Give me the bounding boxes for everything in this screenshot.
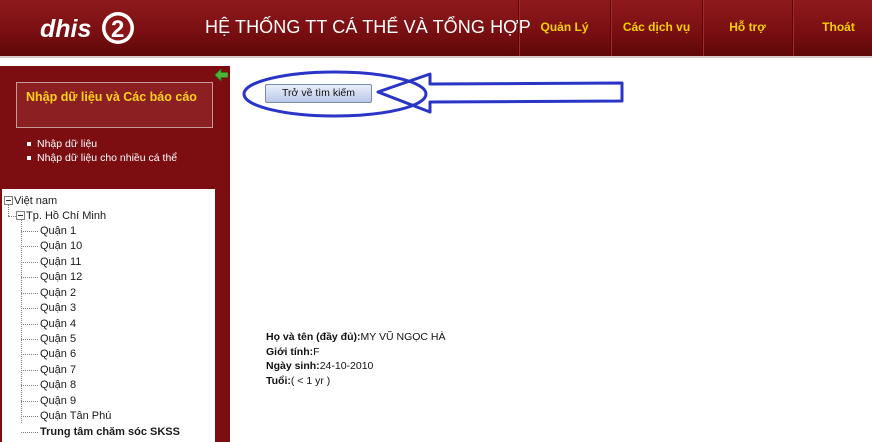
tree-node-trung-tam-cham-soc-skss[interactable]: Trung tâm chăm sóc SKSS bbox=[40, 426, 180, 439]
dob-label: Ngày sinh: bbox=[266, 360, 320, 372]
tree-connector bbox=[21, 231, 38, 232]
tree-connector bbox=[8, 205, 9, 216]
tree-connector bbox=[21, 339, 38, 340]
header-divider bbox=[0, 56, 872, 58]
tree-connector bbox=[21, 262, 38, 263]
bullet-icon bbox=[27, 142, 31, 146]
logo-number: 2 bbox=[111, 16, 124, 43]
tree-node-quan-3[interactable]: Quận 3 bbox=[40, 302, 76, 315]
name-value: MY VŨ NGỌC HÀ bbox=[360, 331, 446, 343]
nav-ho-tro[interactable]: Hỗ trợ bbox=[702, 0, 792, 56]
tree-connector bbox=[8, 216, 16, 217]
person-dob-row: Ngày sinh:24-10-2010 bbox=[266, 359, 446, 374]
person-details: Họ và tên (đầy đủ):MY VŨ NGỌC HÀ Giới tí… bbox=[266, 330, 446, 388]
person-age-row: Tuổi:( < 1 yr ) bbox=[266, 374, 446, 389]
tree-connector bbox=[21, 416, 38, 417]
org-unit-tree: Việt nam Tp. Hồ Chí Minh Quận 1 Quận 10 … bbox=[2, 189, 215, 442]
tree-connector bbox=[21, 370, 38, 371]
tree-connector bbox=[21, 246, 38, 247]
app-title: HỆ THỐNG TT CÁ THỂ VÀ TỔNG HỢP bbox=[205, 17, 531, 37]
collapse-node-icon[interactable] bbox=[4, 196, 13, 205]
app-header: dhis 2 HỆ THỐNG TT CÁ THỂ VÀ TỔNG HỢP Qu… bbox=[0, 0, 872, 56]
bullet-icon bbox=[27, 156, 31, 160]
dhis2-logo[interactable]: dhis 2 bbox=[38, 9, 138, 47]
nav-quan-ly[interactable]: Quản Lý bbox=[518, 0, 610, 56]
nav-thoat[interactable]: Thoát bbox=[792, 0, 872, 56]
nav-cac-dich-vu[interactable]: Các dịch vụ bbox=[610, 0, 702, 56]
link-nhap-du-lieu[interactable]: Nhập dữ liệu bbox=[37, 138, 97, 150]
tree-node-viet-nam[interactable]: Việt nam bbox=[14, 195, 57, 208]
tree-connector bbox=[21, 432, 38, 433]
tree-node-quan-10[interactable]: Quận 10 bbox=[40, 240, 82, 253]
tree-connector bbox=[21, 308, 38, 309]
tree-node-quan-9[interactable]: Quận 9 bbox=[40, 395, 76, 408]
tree-node-quan-4[interactable]: Quận 4 bbox=[40, 318, 76, 331]
tree-node-quan-12[interactable]: Quận 12 bbox=[40, 271, 82, 284]
menu-title: Nhập dữ liệu và Các báo cáo bbox=[26, 90, 197, 104]
tree-node-quan-7[interactable]: Quận 7 bbox=[40, 364, 76, 377]
person-gender-row: Giới tính:F bbox=[266, 345, 446, 360]
tree-node-quan-1[interactable]: Quận 1 bbox=[40, 225, 76, 238]
tree-node-tp-ho-chi-minh[interactable]: Tp. Hồ Chí Minh bbox=[26, 210, 106, 223]
name-label: Họ và tên (đầy đủ): bbox=[266, 331, 361, 343]
gender-label: Giới tính: bbox=[266, 345, 314, 358]
tree-connector bbox=[21, 293, 38, 294]
tree-connector bbox=[21, 385, 38, 386]
tree-node-quan-8[interactable]: Quận 8 bbox=[40, 379, 76, 392]
link-nhap-du-lieu-nhieu-ca-the[interactable]: Nhập dữ liệu cho nhiều cá thể bbox=[37, 152, 177, 164]
tree-connector bbox=[21, 324, 38, 325]
menu-title-box: Nhập dữ liệu và Các báo cáo bbox=[16, 82, 213, 128]
tree-node-quan-tan-phu[interactable]: Quận Tân Phú bbox=[40, 410, 111, 423]
tree-node-quan-5[interactable]: Quận 5 bbox=[40, 333, 76, 346]
tree-node-quan-2[interactable]: Quận 2 bbox=[40, 287, 76, 300]
collapse-node-icon[interactable] bbox=[16, 211, 25, 220]
tree-node-quan-11[interactable]: Quận 11 bbox=[40, 256, 81, 269]
tree-node-quan-6[interactable]: Quận 6 bbox=[40, 348, 76, 361]
collapse-sidebar-icon[interactable] bbox=[215, 69, 228, 81]
age-label: Tuổi: bbox=[266, 374, 291, 387]
age-value: ( < 1 yr ) bbox=[290, 374, 331, 387]
tree-connector bbox=[21, 401, 38, 402]
logo-wordmark: dhis bbox=[40, 15, 91, 43]
person-name-row: Họ và tên (đầy đủ):MY VŨ NGỌC HÀ bbox=[266, 330, 446, 345]
tree-connector bbox=[21, 220, 22, 423]
dob-value: 24-10-2010 bbox=[319, 360, 374, 372]
tree-connector bbox=[21, 277, 38, 278]
gender-value: F bbox=[313, 345, 320, 358]
back-to-search-button[interactable]: Trở về tìm kiếm bbox=[265, 84, 372, 103]
tree-connector bbox=[21, 354, 38, 355]
